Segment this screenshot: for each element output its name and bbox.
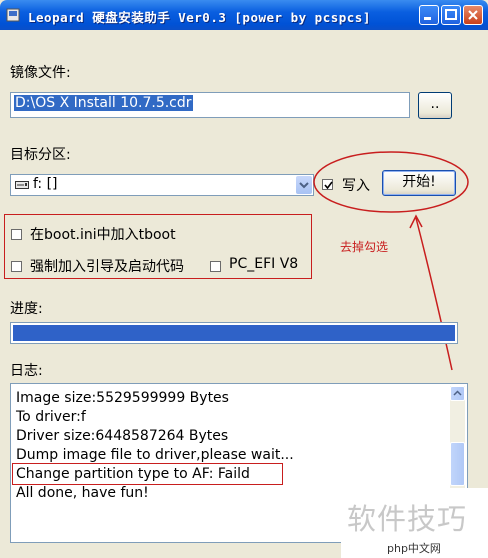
log-label: 日志: bbox=[10, 363, 43, 379]
scroll-thumb[interactable] bbox=[450, 442, 465, 486]
log-line: Driver size:6448587264 Bytes bbox=[16, 428, 229, 444]
scroll-up-button[interactable] bbox=[450, 386, 465, 401]
progress-fill bbox=[13, 325, 455, 341]
log-line: All done, have fun! bbox=[16, 485, 149, 501]
watermark-logo: php中文网 bbox=[387, 542, 441, 555]
watermark: 软件技巧 php中文网 bbox=[341, 488, 488, 558]
annotation-text: 去掉勾选 bbox=[340, 240, 389, 254]
progress-label: 进度: bbox=[10, 301, 43, 317]
log-line: Image size:5529599999 Bytes bbox=[16, 390, 229, 406]
log-line: Dump image file to driver,please wait... bbox=[16, 447, 294, 463]
progress-bar bbox=[10, 322, 458, 344]
watermark-text: 软件技巧 bbox=[347, 502, 468, 536]
chevron-up-icon bbox=[453, 390, 462, 396]
log-line: To driver:f bbox=[16, 409, 86, 425]
log-error-highlight-box bbox=[12, 463, 283, 485]
